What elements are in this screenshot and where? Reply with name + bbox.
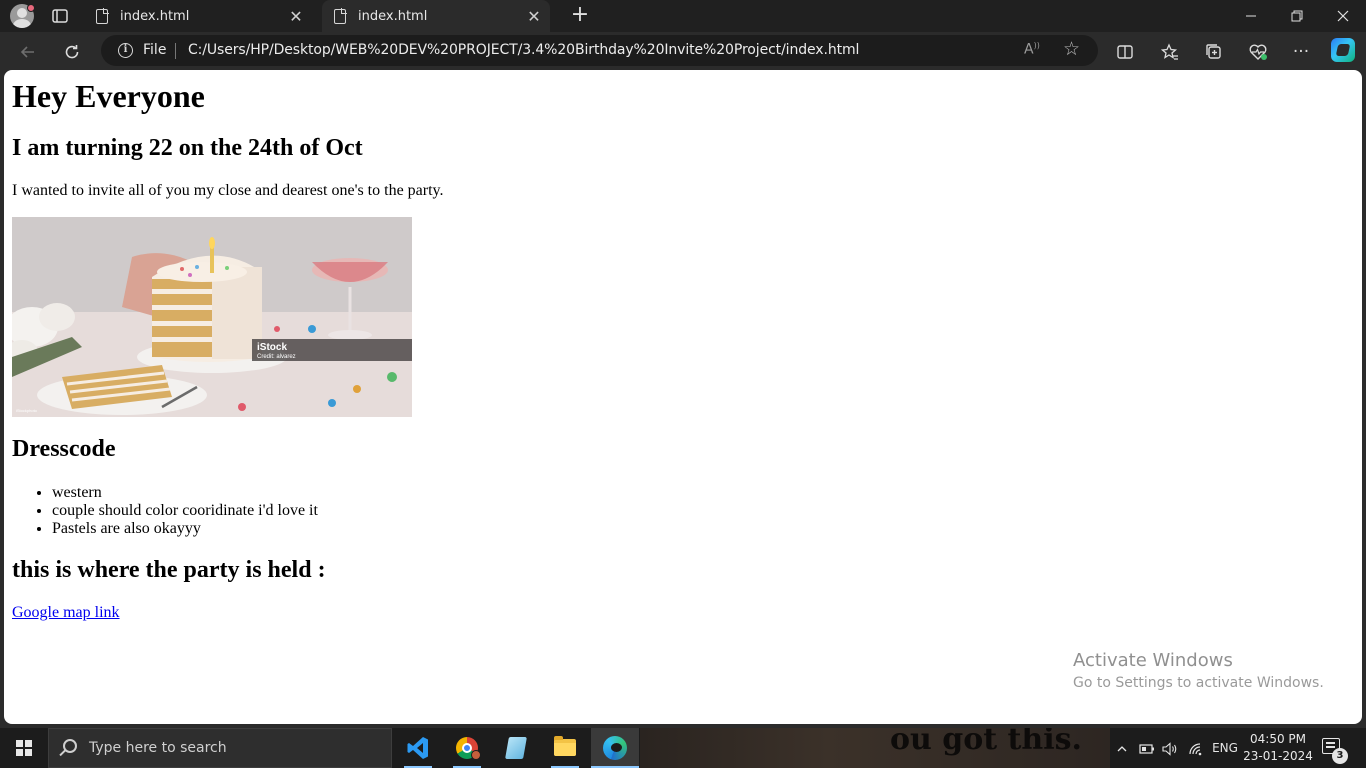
invite-text: I wanted to invite all of you my close a…	[12, 182, 444, 199]
tab-strip: index.html ✕ index.html ✕ +	[0, 0, 1366, 32]
taskbar-chrome[interactable]	[443, 728, 491, 768]
vscode-icon	[407, 737, 428, 759]
browser-toolbar: i File C:/Users/HP/Desktop/WEB%20DEV%20P…	[0, 32, 1366, 70]
taskbar-vscode[interactable]	[394, 728, 442, 768]
wallpaper-strip: ou got this.	[640, 728, 1110, 768]
tab-title: index.html	[358, 8, 428, 24]
profile-notification-dot	[27, 4, 35, 12]
battery-icon[interactable]	[1137, 728, 1157, 768]
istock-brand-text: iStock	[257, 342, 287, 353]
chrome-profile-badge	[471, 750, 481, 760]
info-icon[interactable]: i	[118, 43, 133, 58]
scheme-label: File	[143, 42, 167, 58]
read-aloud-icon[interactable]: A))	[1024, 41, 1040, 58]
tab-index-2[interactable]: index.html ✕	[322, 0, 550, 32]
page-icon	[96, 7, 109, 24]
dresscode-list: western couple should color cooridinate …	[12, 484, 318, 538]
istock-small-text: iStockphoto	[16, 408, 38, 413]
taskbar: ou got this. Type here to search ENG 04:…	[0, 728, 1366, 768]
address-bar[interactable]: i File C:/Users/HP/Desktop/WEB%20DEV%20P…	[101, 35, 1098, 66]
tab-close-icon[interactable]: ✕	[524, 7, 544, 26]
cake-illustration: iStock Credit: alvarez iStockphoto	[12, 217, 412, 417]
list-item: couple should color cooridinate i'd love…	[52, 502, 318, 520]
address-separator	[175, 43, 176, 59]
wifi-icon[interactable]	[1186, 728, 1206, 768]
notepad-icon	[505, 737, 527, 759]
start-button[interactable]	[0, 728, 48, 768]
activate-subtitle: Go to Settings to activate Windows.	[1073, 675, 1324, 691]
clock-time: 04:50 PM	[1250, 732, 1306, 746]
language-indicator[interactable]: ENG	[1209, 728, 1241, 768]
dresscode-heading: Dresscode	[12, 436, 116, 462]
birthday-subheading: I am turning 22 on the 24th of Oct	[12, 135, 363, 161]
favorite-star-icon[interactable]: ☆	[1063, 38, 1080, 60]
taskbar-search-box[interactable]: Type here to search	[48, 728, 392, 768]
activate-windows-watermark: Activate Windows Go to Settings to activ…	[1073, 650, 1324, 691]
page-heading: Hey Everyone	[12, 78, 205, 114]
back-icon[interactable]	[15, 39, 41, 65]
split-screen-icon[interactable]	[1112, 39, 1138, 65]
browser-essentials-icon[interactable]	[1245, 39, 1271, 65]
istock-credit-text: Credit: alvarez	[257, 354, 296, 360]
taskbar-notepad[interactable]	[492, 728, 540, 768]
taskbar-clock[interactable]: 04:50 PM 23-01-2024	[1240, 731, 1316, 765]
taskbar-file-explorer[interactable]	[541, 728, 589, 768]
favorites-icon[interactable]	[1157, 39, 1183, 65]
tab-close-icon[interactable]: ✕	[286, 7, 306, 26]
google-map-link[interactable]: Google map link	[12, 604, 120, 622]
edge-icon	[603, 736, 627, 760]
copilot-icon[interactable]	[1331, 38, 1355, 62]
taskbar-edge[interactable]	[591, 728, 639, 768]
file-explorer-icon	[554, 736, 576, 756]
clock-date: 23-01-2024	[1243, 749, 1313, 763]
minimize-icon[interactable]	[1228, 0, 1274, 32]
url-text[interactable]: C:/Users/HP/Desktop/WEB%20DEV%20PROJECT/…	[188, 42, 859, 58]
show-hidden-icons-chevron-icon[interactable]	[1112, 728, 1132, 768]
refresh-icon[interactable]	[59, 39, 85, 65]
list-item: western	[52, 484, 318, 502]
volume-icon[interactable]	[1160, 728, 1180, 768]
notification-count-badge: 3	[1332, 748, 1348, 764]
windows-logo-icon	[16, 740, 32, 756]
page-content: Hey Everyone I am turning 22 on the 24th…	[4, 70, 1362, 724]
tab-index-1[interactable]: index.html ✕	[84, 0, 312, 32]
browser-window: index.html ✕ index.html ✕ + i File C:/Us…	[0, 0, 1366, 728]
more-options-icon[interactable]: ···	[1288, 39, 1314, 65]
search-icon	[63, 739, 77, 753]
tab-actions-icon[interactable]	[50, 6, 70, 26]
birthday-cake-image: iStock Credit: alvarez iStockphoto	[12, 217, 412, 417]
location-heading: this is where the party is held :	[12, 557, 326, 583]
list-item: Pastels are also okayyy	[52, 520, 318, 538]
page-icon	[334, 7, 347, 24]
restore-icon[interactable]	[1274, 0, 1320, 32]
wallpaper-text: ou got this.	[890, 728, 1082, 757]
search-placeholder: Type here to search	[89, 740, 227, 756]
tab-title: index.html	[120, 8, 190, 24]
activate-title: Activate Windows	[1073, 650, 1233, 671]
close-window-icon[interactable]	[1320, 0, 1366, 32]
new-tab-icon[interactable]: +	[568, 4, 592, 28]
collections-icon[interactable]	[1201, 39, 1227, 65]
